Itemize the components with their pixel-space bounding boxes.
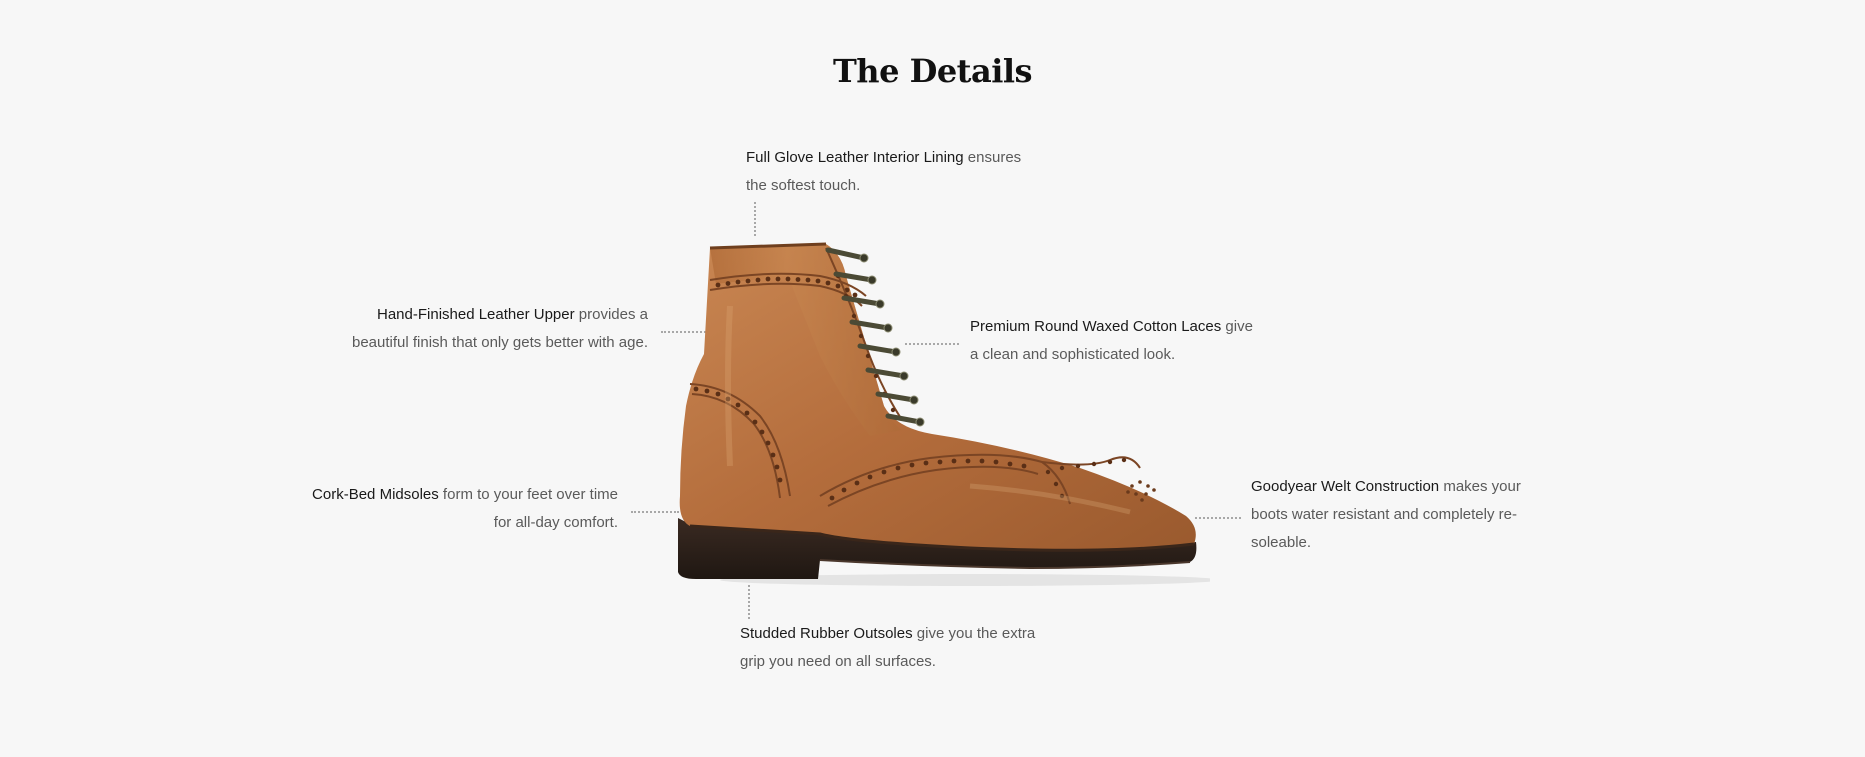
callout-lead: Studded Rubber Outsoles xyxy=(740,625,913,642)
callout-lead: Goodyear Welt Construction xyxy=(1251,478,1440,495)
callout-lead: Full Glove Leather Interior Lining xyxy=(746,149,964,166)
callout-lead: Cork-Bed Midsoles xyxy=(312,486,439,503)
section-title: The Details xyxy=(832,52,1033,90)
callout-interior-lining: Full Glove Leather Interior Lining ensur… xyxy=(746,144,1046,200)
callout-text: form to your feet over time for all-day … xyxy=(438,486,618,531)
callout-goodyear-welt: Goodyear Welt Construction makes your bo… xyxy=(1251,473,1521,557)
connector-line xyxy=(754,202,756,236)
callout-rubber-outsoles: Studded Rubber Outsoles give you the ext… xyxy=(740,620,1040,676)
boot-image xyxy=(678,242,1210,586)
callout-leather-upper: Hand-Finished Leather Upper provides a b… xyxy=(340,301,648,357)
callout-lead: Hand-Finished Leather Upper xyxy=(377,306,575,323)
callout-cork-midsoles: Cork-Bed Midsoles form to your feet over… xyxy=(310,481,618,537)
